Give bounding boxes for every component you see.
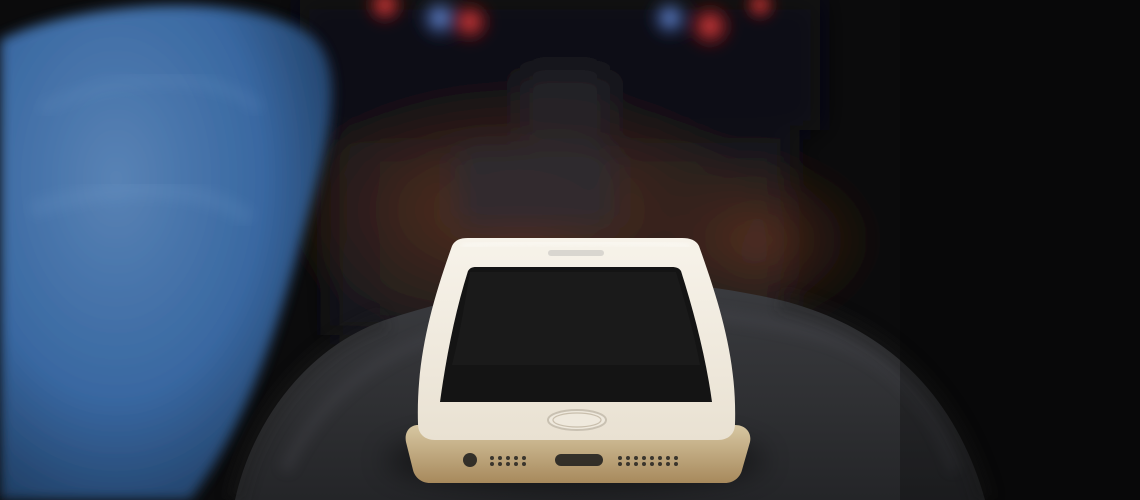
home-button-icon xyxy=(547,409,607,431)
earpiece xyxy=(548,250,604,256)
photo-scene xyxy=(0,0,1140,500)
smartphone xyxy=(405,238,751,483)
photo xyxy=(0,0,1140,500)
right-shadow xyxy=(900,0,1140,500)
headphone-jack-icon xyxy=(463,453,477,467)
lightning-port-icon xyxy=(555,454,603,466)
